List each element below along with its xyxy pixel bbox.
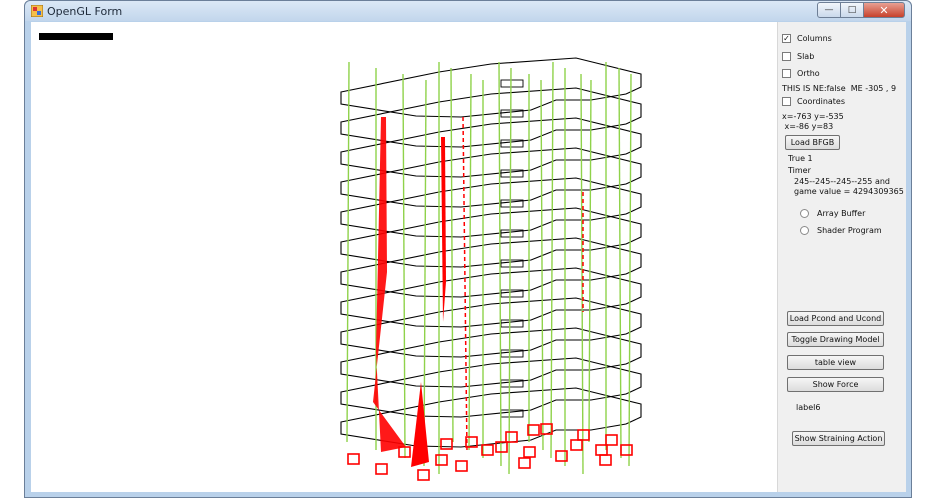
coordinates-check-box[interactable] <box>782 97 791 106</box>
status-text: THIS IS NE:false ME -305 , 9 <box>782 84 897 93</box>
column <box>346 61 350 443</box>
show-straining-action-button[interactable]: Show Straining Action <box>792 431 885 446</box>
force-diagram <box>462 116 468 453</box>
game-value-label: game value = 4294309365 <box>794 187 904 196</box>
shader-program-label: Shader Program <box>817 226 882 235</box>
support-marker <box>417 469 430 481</box>
shader-program-radio[interactable]: Shader Program <box>800 226 882 235</box>
columns-label: Columns <box>797 34 832 43</box>
support-marker <box>620 444 633 456</box>
app-window: OpenGL Form — □ ✕ ✓ Columns Slab Ortho T… <box>24 0 912 498</box>
shader-program-radio-circle[interactable] <box>800 226 809 235</box>
coords-line-1: x=-763 y=-535 <box>782 112 844 121</box>
window-title: OpenGL Form <box>47 5 123 18</box>
columns-check-box[interactable]: ✓ <box>782 34 791 43</box>
force-diagram <box>373 117 406 452</box>
slab-label: Slab <box>797 52 815 61</box>
column <box>423 79 427 467</box>
support-marker <box>599 454 612 466</box>
support-marker <box>523 446 536 458</box>
client-area: ✓ Columns Slab Ortho THIS IS NE:false ME… <box>31 22 906 492</box>
slab-checkbox[interactable]: Slab <box>782 52 814 61</box>
support-marker <box>505 431 518 443</box>
ortho-checkbox[interactable]: Ortho <box>782 69 820 78</box>
label6: label6 <box>796 403 821 412</box>
array-buffer-label: Array Buffer <box>817 209 866 218</box>
title-bar[interactable]: OpenGL Form — □ ✕ <box>25 1 911 21</box>
force-diagram <box>411 382 429 467</box>
color-values-label: 245--245--245--255 and <box>794 177 890 186</box>
slab-check-box[interactable] <box>782 52 791 61</box>
column <box>550 61 554 459</box>
force-diagram <box>441 137 446 322</box>
column <box>618 67 622 459</box>
support-marker <box>347 453 360 465</box>
array-buffer-radio[interactable]: Array Buffer <box>800 209 865 218</box>
floor-slab <box>340 297 642 358</box>
columns-checkbox[interactable]: ✓ Columns <box>782 34 832 43</box>
show-force-button[interactable]: Show Force <box>787 377 884 392</box>
timer-label: Timer <box>788 166 811 175</box>
minimize-icon: — <box>824 5 834 15</box>
floor-slab <box>340 327 642 388</box>
column <box>402 73 406 459</box>
support-marker <box>518 457 531 469</box>
column <box>628 73 632 467</box>
load-bfgb-button[interactable]: Load BFGB <box>785 135 840 150</box>
support-marker <box>455 460 468 472</box>
app-icon <box>31 5 43 17</box>
minimize-button[interactable]: — <box>817 2 841 18</box>
column <box>468 73 472 451</box>
coords-line-2: x=-86 y=83 <box>782 122 834 131</box>
support-marker <box>440 438 453 450</box>
support-marker <box>605 434 618 446</box>
column <box>580 73 584 475</box>
toggle-drawing-model-button[interactable]: Toggle Drawing Model <box>787 332 884 347</box>
column <box>508 67 512 475</box>
array-buffer-radio-circle[interactable] <box>800 209 809 218</box>
close-button[interactable]: ✕ <box>863 2 905 18</box>
support-marker <box>435 454 448 466</box>
slab-opening <box>500 79 524 88</box>
column <box>450 67 454 443</box>
true-label: True 1 <box>788 154 813 163</box>
opengl-viewport[interactable] <box>31 22 777 492</box>
support-marker <box>375 463 388 475</box>
ortho-check-box[interactable] <box>782 69 791 78</box>
table-view-button[interactable]: table view <box>787 355 884 370</box>
maximize-button[interactable]: □ <box>841 2 863 18</box>
building-model <box>340 57 642 481</box>
coordinates-checkbox[interactable]: Coordinates <box>782 97 845 106</box>
ortho-label: Ortho <box>797 69 820 78</box>
load-pcond-ucond-button[interactable]: Load Pcond and Ucond <box>787 311 884 326</box>
floor-slab <box>340 57 642 118</box>
column <box>588 79 592 443</box>
floor-slab <box>340 357 642 418</box>
control-panel: ✓ Columns Slab Ortho THIS IS NE:false ME… <box>777 22 906 492</box>
maximize-icon: □ <box>847 5 857 15</box>
close-icon: ✕ <box>879 3 889 17</box>
support-marker <box>570 439 583 451</box>
coordinates-label: Coordinates <box>797 97 846 106</box>
